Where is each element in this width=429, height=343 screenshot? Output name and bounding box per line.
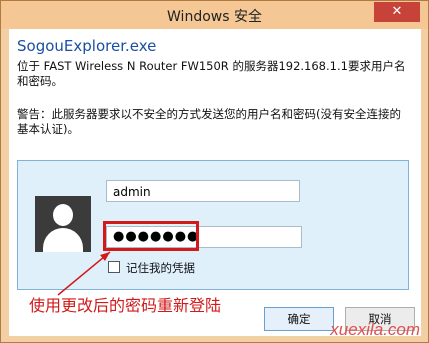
remember-label: 记住我的凭据 bbox=[126, 261, 195, 275]
security-dialog-window: Windows 安全 ✕ SogouExplorer.exe 位于 FAST W… bbox=[0, 0, 429, 343]
dialog-body: SogouExplorer.exe 位于 FAST Wireless N Rou… bbox=[9, 29, 421, 336]
title-bar[interactable]: Windows 安全 ✕ bbox=[1, 1, 428, 29]
password-highlight-box bbox=[103, 221, 199, 251]
annotation-text: 使用更改后的密码重新登陆 bbox=[29, 296, 222, 315]
credential-panel: admin ●●●●●●● 记住我的凭据 bbox=[17, 160, 409, 290]
watermark: xuexila.com bbox=[330, 320, 420, 339]
username-field[interactable]: admin bbox=[106, 180, 300, 202]
user-silhouette-icon bbox=[35, 196, 91, 252]
remember-checkbox[interactable] bbox=[108, 261, 120, 273]
ok-button[interactable]: 确定 bbox=[264, 307, 334, 331]
window-title: Windows 安全 bbox=[167, 9, 262, 25]
security-warning: 警告：此服务器要求以不安全的方式发送您的用户名和密码(没有安全连接的基本认证)。 bbox=[17, 107, 401, 136]
close-button[interactable]: ✕ bbox=[374, 2, 420, 22]
app-name: SogouExplorer.exe bbox=[17, 37, 157, 55]
remember-credentials[interactable]: 记住我的凭据 bbox=[108, 260, 195, 276]
auth-message: 位于 FAST Wireless N Router FW150R 的服务器192… bbox=[17, 59, 406, 88]
